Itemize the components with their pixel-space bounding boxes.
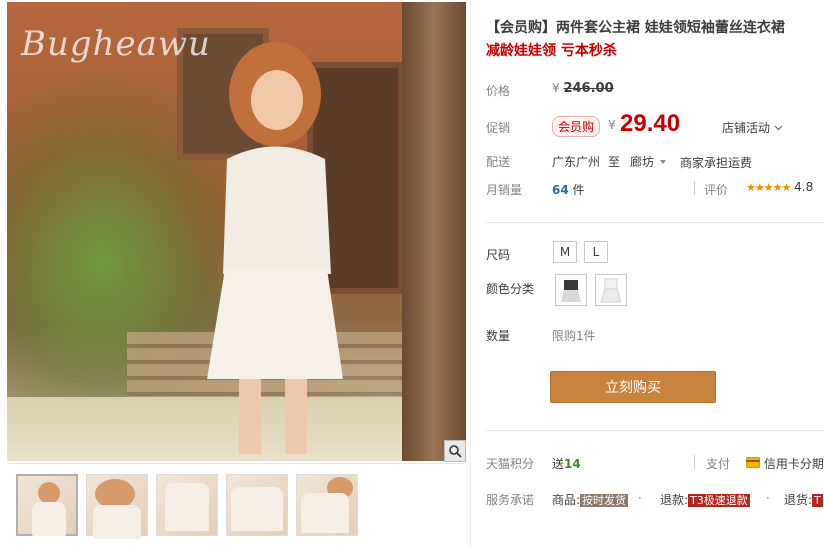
currency-symbol: ¥ bbox=[552, 81, 560, 95]
store-activity-label: 店铺活动 bbox=[722, 121, 771, 135]
rating-stars-icon: ★★★★★ bbox=[746, 181, 791, 194]
service-return[interactable]: 退货: T bbox=[784, 491, 823, 508]
photo-tree-trunk bbox=[402, 2, 466, 461]
service-refund-prefix: 退款: bbox=[660, 493, 689, 507]
member-badge: 会员购 bbox=[552, 116, 601, 137]
main-product-photo[interactable]: Bugheawu bbox=[7, 2, 466, 461]
destination-label: 廊坊 bbox=[630, 155, 655, 169]
thumbnail-strip bbox=[7, 463, 466, 548]
color-label: 颜色分类 bbox=[486, 282, 535, 296]
buy-now-button[interactable]: 立刻购买 bbox=[550, 371, 716, 403]
thumbnail-1[interactable] bbox=[16, 474, 78, 536]
size-option-l[interactable]: L bbox=[584, 241, 608, 263]
ship-from: 广东广州 bbox=[552, 155, 601, 169]
dot-separator: · bbox=[638, 491, 642, 505]
monthly-sales-count: 64 bbox=[552, 183, 569, 197]
swatch-dark-dress-icon bbox=[561, 280, 581, 302]
monthly-sales-label: 月销量 bbox=[486, 183, 523, 197]
zoom-icon[interactable] bbox=[444, 440, 466, 462]
divider-line bbox=[486, 222, 824, 223]
store-activity-dropdown[interactable]: 店铺活动 bbox=[722, 119, 783, 136]
service-shipping[interactable]: 商品: 按时发货 bbox=[552, 491, 629, 508]
return-badge: T bbox=[812, 494, 823, 507]
swatch-white-dress-icon bbox=[600, 278, 622, 303]
rating[interactable]: ★★★★★ 4.8 bbox=[746, 180, 813, 194]
thumbnail-2[interactable] bbox=[86, 474, 148, 539]
watermark-logo: Bugheawu bbox=[21, 24, 211, 64]
points-label: 天猫积分 bbox=[486, 457, 535, 471]
rating-value: 4.8 bbox=[794, 180, 814, 194]
service-shipping-prefix: 商品: bbox=[552, 493, 581, 507]
promo-currency-symbol: ¥ bbox=[608, 118, 616, 132]
pay-method[interactable]: 信用卡分期 bbox=[746, 455, 824, 472]
color-swatch-dark[interactable] bbox=[555, 274, 587, 306]
points-amount: 14 bbox=[564, 457, 581, 471]
price-label: 价格 bbox=[486, 84, 511, 98]
rating-label[interactable]: 评价 bbox=[704, 181, 728, 198]
destination-dropdown[interactable]: 廊坊 bbox=[630, 153, 668, 170]
service-label: 服务承诺 bbox=[486, 493, 535, 507]
divider-line-2 bbox=[486, 430, 824, 431]
separator-2 bbox=[694, 455, 695, 469]
points-give: 送 bbox=[552, 457, 565, 471]
service-return-prefix: 退货: bbox=[784, 493, 813, 507]
promo-currency: ¥ bbox=[608, 118, 616, 132]
on-time-badge: 按时发货 bbox=[580, 494, 629, 507]
product-subtitle: 减龄娃娃领 亏本秒杀 bbox=[486, 43, 617, 59]
pay-method-label: 信用卡分期 bbox=[763, 457, 824, 471]
monthly-sales: 64 件 bbox=[552, 181, 585, 198]
size-option-m[interactable]: M bbox=[553, 241, 577, 263]
quantity-label: 数量 bbox=[486, 329, 511, 343]
promo-badge: 会员购 bbox=[552, 116, 601, 137]
credit-card-icon bbox=[746, 457, 760, 468]
product-detail-panel: 【会员购】两件套公主裙 娃娃领短袖蕾丝连衣裙 减龄娃娃领 亏本秒杀 价格 ¥ 2… bbox=[486, 0, 824, 547]
shipping-label: 配送 bbox=[486, 155, 511, 169]
service-refund[interactable]: 退款: T3极速退款 bbox=[660, 491, 750, 508]
chevron-down-icon bbox=[774, 125, 783, 131]
sale-price: 29.40 bbox=[620, 110, 681, 137]
original-price: ¥ 246.00 bbox=[552, 81, 614, 96]
thumbnail-4[interactable] bbox=[226, 474, 288, 536]
thumbnail-5[interactable] bbox=[296, 474, 358, 536]
size-label: 尺码 bbox=[486, 248, 511, 262]
shipping-fee-note: 商家承担运费 bbox=[680, 156, 753, 170]
thumbnail-3[interactable] bbox=[156, 474, 218, 536]
photo-model-figure bbox=[207, 42, 343, 454]
original-price-value: 246.00 bbox=[563, 81, 614, 96]
pay-label: 支付 bbox=[706, 457, 731, 471]
fast-refund-badge: T3极速退款 bbox=[688, 494, 750, 507]
product-title: 【会员购】两件套公主裙 娃娃领短袖蕾丝连衣裙 bbox=[486, 20, 785, 36]
color-swatch-white[interactable] bbox=[595, 274, 627, 306]
promo-label: 促销 bbox=[486, 121, 511, 135]
monthly-sales-unit: 件 bbox=[572, 183, 585, 197]
separator bbox=[694, 181, 695, 195]
caret-down-icon bbox=[659, 160, 666, 164]
ship-to-word: 至 bbox=[608, 155, 621, 169]
purchase-limit: 限购1件 bbox=[552, 329, 596, 343]
dot-separator-2: · bbox=[766, 491, 770, 505]
points: 送14 bbox=[552, 455, 581, 472]
panel-divider bbox=[470, 0, 471, 547]
product-gallery: Bugheawu bbox=[0, 0, 470, 547]
